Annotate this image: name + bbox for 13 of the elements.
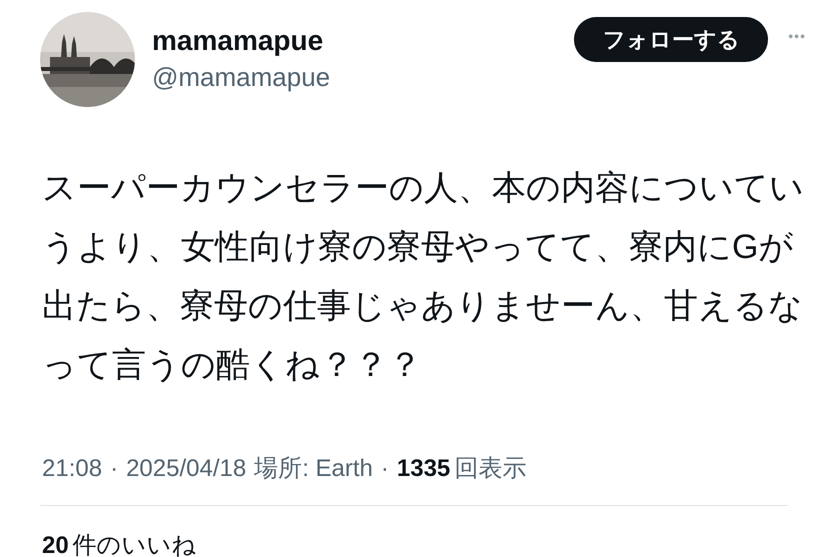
separator-dot: ·: [110, 454, 118, 484]
tweet-text: スーパーカウンセラーの人、本の内容についていうより、女性向け寮の寮母やってて、寮内にGが出たら、寮母の仕事じゃありませーん、甘えるなって言うの酷くね？？？: [42, 168, 805, 386]
post-time[interactable]: 21:08: [42, 451, 102, 487]
post-date[interactable]: 2025/04/18: [126, 451, 246, 487]
separator-dot: ·: [380, 454, 389, 484]
likes-count[interactable]: 20: [42, 528, 69, 557]
author-handle[interactable]: @mamamapue: [152, 60, 330, 94]
author-name[interactable]: mamamapue: [152, 24, 330, 58]
views-label: 回表示: [454, 454, 526, 484]
views-count: 1335: [396, 454, 450, 484]
post-location: 場所: Earth: [254, 454, 373, 484]
follow-button[interactable]: フォローする: [574, 17, 768, 62]
likes-label[interactable]: 件のいいね: [72, 528, 197, 557]
